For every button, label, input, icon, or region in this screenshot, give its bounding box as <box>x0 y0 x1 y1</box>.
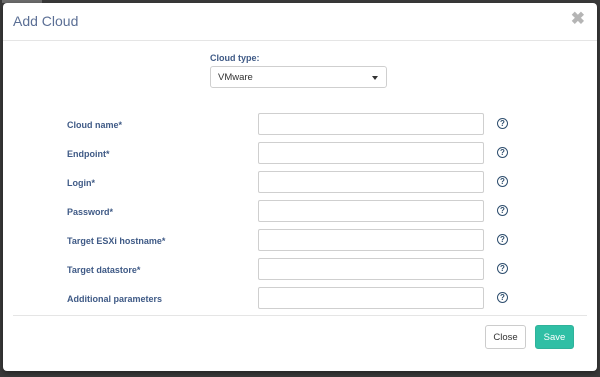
dialog-title: Add Cloud <box>13 13 79 29</box>
help-icon[interactable]: ? <box>497 118 508 129</box>
password-label: Password* <box>67 207 114 217</box>
target-esxi-hostname-label: Target ESXi hostname* <box>67 236 166 246</box>
login-label: Login* <box>67 178 95 188</box>
save-button[interactable]: Save <box>535 325 574 349</box>
login-input[interactable] <box>258 171 484 193</box>
close-button[interactable]: Close <box>485 325 526 349</box>
password-input[interactable] <box>258 200 484 222</box>
additional-parameters-label: Additional parameters <box>67 294 163 304</box>
target-esxi-hostname-input[interactable] <box>258 229 484 251</box>
help-icon[interactable]: ? <box>497 263 508 274</box>
cloud-type-select[interactable]: VMware <box>210 66 387 88</box>
target-datastore-label: Target datastore* <box>67 265 141 275</box>
endpoint-input[interactable] <box>258 142 484 164</box>
caret-down-icon <box>372 76 378 80</box>
help-icon[interactable]: ? <box>497 147 508 158</box>
add-cloud-dialog: Add Cloud ✖ Cloud type: VMware Cloud nam… <box>3 3 597 371</box>
help-icon[interactable]: ? <box>497 234 508 245</box>
additional-parameters-input[interactable] <box>258 287 484 309</box>
footer-divider <box>13 315 587 316</box>
cloud-name-label: Cloud name* <box>67 120 123 130</box>
cloud-type-label: Cloud type: <box>210 53 260 63</box>
target-datastore-input[interactable] <box>258 258 484 280</box>
help-icon[interactable]: ? <box>497 292 508 303</box>
endpoint-label: Endpoint* <box>67 149 110 159</box>
help-icon[interactable]: ? <box>497 205 508 216</box>
dialog-header: Add Cloud ✖ <box>3 3 597 41</box>
cloud-type-selected-value: VMware <box>218 72 253 83</box>
close-icon[interactable]: ✖ <box>571 10 585 27</box>
cloud-name-input[interactable] <box>258 113 484 135</box>
help-icon[interactable]: ? <box>497 176 508 187</box>
